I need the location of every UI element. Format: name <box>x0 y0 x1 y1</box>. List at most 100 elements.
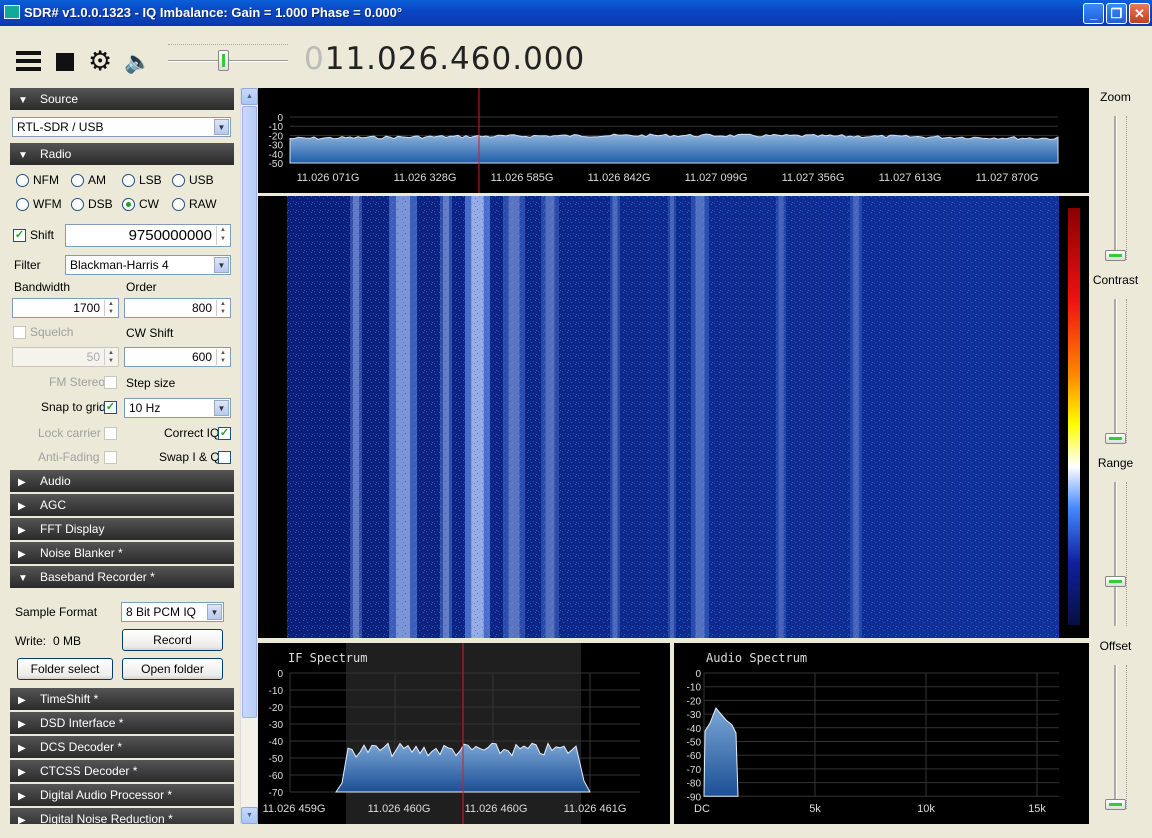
scrollbar-thumb[interactable] <box>242 106 257 718</box>
contrast-slider-thumb[interactable] <box>1105 433 1126 444</box>
filter-value: Blackman-Harris 4 <box>70 258 169 272</box>
waterfall-display[interactable] <box>258 196 1089 638</box>
cw-shift-input[interactable]: 600 ▲ ▼ <box>124 347 231 367</box>
shift-label: Shift <box>30 228 55 242</box>
swap-iq-checkbox[interactable] <box>218 451 231 464</box>
control-panel-scrollbar[interactable]: ▲ ▼ <box>240 88 258 824</box>
source-device-select[interactable]: RTL-SDR / USB ▼ <box>12 117 231 137</box>
mode-radio-wfm[interactable] <box>16 198 29 211</box>
dcs-decoder-panel-header[interactable]: ▶ DCS Decoder * <box>10 736 234 758</box>
correct-iq-checkbox[interactable]: ✓ <box>218 427 231 440</box>
toolbar: ⚙ 🔈 011.026.460.000 <box>0 26 1152 88</box>
audio-spectrum-panel[interactable]: 0 -10 -20 -30 -40 -50 -60 -70 -80 -90 DC 5k 10k 15k A… <box>674 643 1089 824</box>
waterfall-plot[interactable] <box>258 196 1089 638</box>
sample-format-select[interactable]: 8 Bit PCM IQ ▼ <box>121 602 224 622</box>
chevron-down-icon[interactable]: ▼ <box>214 119 229 135</box>
mode-radio-cw[interactable] <box>122 198 135 211</box>
mode-radio-nfm[interactable] <box>16 174 29 187</box>
spinner-arrows-icon[interactable]: ▲ ▼ <box>216 349 229 365</box>
range-slider-track[interactable] <box>1114 482 1117 626</box>
bandwidth-input[interactable]: 1700 ▲ ▼ <box>12 298 119 318</box>
stop-icon[interactable] <box>56 53 74 71</box>
frequency-leading-digit[interactable]: 0 <box>304 41 325 77</box>
squelch-checkbox[interactable] <box>13 326 26 339</box>
zoom-slider-thumb[interactable] <box>1105 250 1126 261</box>
step-size-select[interactable]: 10 Hz ▼ <box>124 398 231 418</box>
shift-frequency-input[interactable]: 9750000000 ▲ ▼ <box>65 224 231 247</box>
chevron-down-icon[interactable]: ▼ <box>207 604 222 620</box>
gear-icon[interactable]: ⚙ <box>88 48 112 75</box>
audio-spectrum-title: Audio Spectrum <box>706 651 808 665</box>
audio-panel-header[interactable]: ▶ Audio <box>10 470 234 492</box>
volume-slider-thumb[interactable] <box>217 50 229 71</box>
audio-x-tick-label: DC <box>694 803 710 815</box>
if-spectrum-plot[interactable]: 0 -10 -20 -30 -40 -50 -60 -70 11.026 459G 11.026 … <box>258 643 670 824</box>
speaker-icon[interactable]: 🔈 <box>124 50 151 74</box>
mode-radio-usb[interactable] <box>172 174 185 187</box>
scroll-up-icon[interactable]: ▲ <box>241 88 258 105</box>
chevron-down-icon[interactable]: ▼ <box>214 257 229 273</box>
digital-noise-reduction-panel-header[interactable]: ▶ Digital Noise Reduction * <box>10 808 234 824</box>
ctcss-decoder-panel-header[interactable]: ▶ CTCSS Decoder * <box>10 760 234 782</box>
audio-x-tick-label: 15k <box>1028 803 1046 815</box>
digital-audio-processor-panel-label: Digital Audio Processor * <box>40 788 173 802</box>
radio-panel-header[interactable]: ▼ Radio <box>10 143 234 165</box>
noise-blanker-panel-header[interactable]: ▶ Noise Blanker * <box>10 542 234 564</box>
collapsed-icon: ▶ <box>18 695 26 706</box>
mode-radio-lsb[interactable] <box>122 174 135 187</box>
close-button[interactable]: ✕ <box>1129 3 1150 24</box>
main-spectrum-plot[interactable]: 0-10-20-30-40-5011.026 071G 11.026 328G 11… <box>258 88 1089 193</box>
mode-radio-raw[interactable] <box>172 198 185 211</box>
audio-spectrum-plot[interactable]: 0 -10 -20 -30 -40 -50 -60 -70 -80 -90DC 5k 10k 15k <box>674 643 1089 824</box>
fft-display-panel-header[interactable]: ▶ FFT Display <box>10 518 234 540</box>
fm-stereo-checkbox[interactable] <box>104 376 117 389</box>
scroll-down-icon[interactable]: ▼ <box>241 807 258 824</box>
fft-display-panel-label: FFT Display <box>40 522 105 536</box>
main-spectrum-display[interactable]: 0 -10 -20 -30 -40 -50 11.026 071G 11.026 328G 11… <box>258 88 1089 193</box>
frequency-display[interactable]: 011.026.460.000 <box>304 41 585 77</box>
if-spectrum-panel[interactable]: 0 -10 -20 -30 -40 -50 -60 -70 11.026 459G 11.026 … <box>258 643 670 824</box>
spinner-arrows-icon[interactable]: ▲ ▼ <box>104 349 117 365</box>
mode-radio-dsb[interactable] <box>71 198 84 211</box>
spinner-arrows-icon[interactable]: ▲ ▼ <box>104 300 117 316</box>
squelch-input[interactable]: 50 ▲ ▼ <box>12 347 119 367</box>
agc-panel-header[interactable]: ▶ AGC <box>10 494 234 516</box>
frequency-digits[interactable]: 11.026.460.000 <box>325 41 586 77</box>
spectrum-x-tick-label: 11.027 613G <box>879 172 942 184</box>
spinner-arrows-icon[interactable]: ▲ ▼ <box>216 300 229 316</box>
maximize-button[interactable]: ❐ <box>1106 3 1127 24</box>
contrast-slider-track[interactable] <box>1114 299 1117 443</box>
spinner-arrows-icon[interactable]: ▲ ▼ <box>216 226 229 245</box>
record-button[interactable]: Record <box>122 629 223 651</box>
zoom-slider-track[interactable] <box>1114 116 1117 260</box>
mode-radio-am[interactable] <box>71 174 84 187</box>
folder-select-button[interactable]: Folder select <box>17 658 113 680</box>
digital-noise-reduction-panel-label: Digital Noise Reduction * <box>40 812 173 824</box>
dsd-interface-panel-header[interactable]: ▶ DSD Interface * <box>10 712 234 734</box>
offset-slider-thumb[interactable] <box>1105 799 1126 810</box>
filter-label: Filter <box>14 258 41 272</box>
order-input[interactable]: 800 ▲ ▼ <box>124 298 231 318</box>
chevron-down-icon[interactable]: ▼ <box>214 400 229 416</box>
timeshift-panel-header[interactable]: ▶ TimeShift * <box>10 688 234 710</box>
if-x-tick-label: 11.026 460G <box>368 803 431 815</box>
filter-select[interactable]: Blackman-Harris 4 ▼ <box>65 255 231 275</box>
range-slider-thumb[interactable] <box>1105 575 1126 587</box>
offset-slider-track[interactable] <box>1114 665 1117 809</box>
hamburger-menu-icon[interactable] <box>16 51 41 73</box>
minimize-button[interactable]: _ <box>1083 3 1104 24</box>
digital-audio-processor-panel-header[interactable]: ▶ Digital Audio Processor * <box>10 784 234 806</box>
snap-to-grid-checkbox[interactable]: ✓ <box>104 401 117 414</box>
spectrum-y-tick-label: -50 <box>269 159 284 170</box>
baseband-recorder-panel-header[interactable]: ▼ Baseband Recorder * <box>10 566 234 588</box>
mode-label-dsb: DSB <box>88 197 113 211</box>
write-size-value: 0 MB <box>53 634 82 648</box>
order-value: 800 <box>191 301 212 315</box>
anti-fading-label: Anti-Fading <box>38 450 100 464</box>
lock-carrier-checkbox[interactable] <box>104 427 117 440</box>
open-folder-button[interactable]: Open folder <box>122 658 223 680</box>
source-panel-header[interactable]: ▼ Source <box>10 88 234 110</box>
shift-checkbox[interactable]: ✓ <box>13 229 26 242</box>
anti-fading-checkbox[interactable] <box>104 451 117 464</box>
range-ticks <box>1126 482 1131 626</box>
